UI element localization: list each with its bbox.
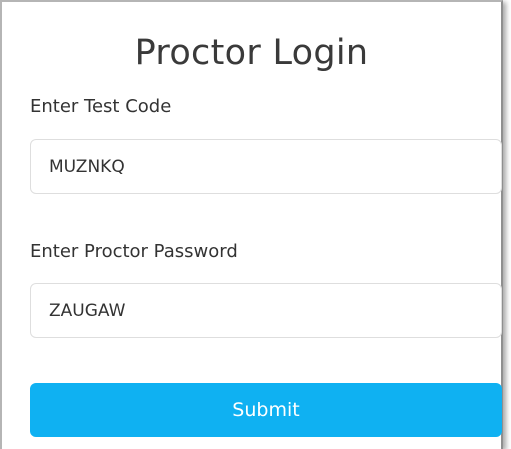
proctor-password-field[interactable] [30, 283, 502, 338]
test-code-label: Enter Test Code [30, 96, 172, 117]
test-code-field[interactable] [30, 139, 502, 194]
submit-button[interactable]: Submit [30, 383, 502, 437]
page-title: Proctor Login [134, 33, 369, 73]
proctor-login-panel: Proctor Login Enter Test Code Enter Proc… [0, 0, 503, 449]
proctor-password-label: Enter Proctor Password [30, 241, 238, 262]
